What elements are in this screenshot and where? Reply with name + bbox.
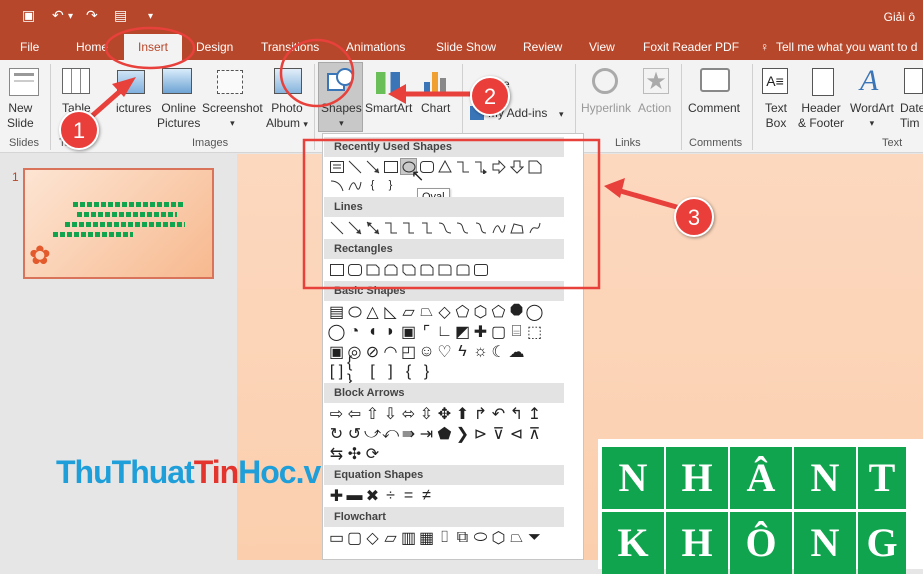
callout-badge-1: 1 [59, 110, 99, 150]
callout-badge-2: 2 [470, 76, 510, 116]
callout-badge-3: 3 [674, 197, 714, 237]
annotation-overlay [90, 26, 681, 290]
